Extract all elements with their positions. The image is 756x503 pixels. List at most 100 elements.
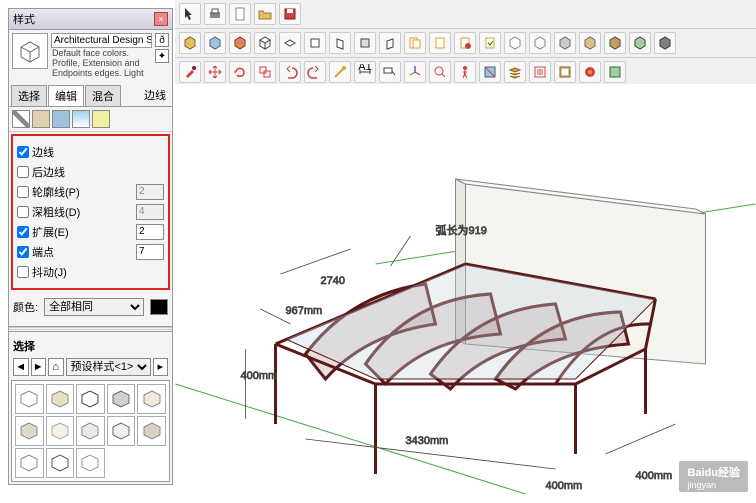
input-endpoint[interactable]: [136, 244, 164, 260]
label-profile: 轮廓线(P): [32, 184, 133, 200]
tool-shade1[interactable]: [504, 32, 526, 54]
input-profile: [136, 184, 164, 200]
tool-save[interactable]: [279, 3, 301, 25]
checkbox-back-edge[interactable]: [17, 166, 29, 178]
dim-2740: 2740: [321, 275, 345, 287]
style-library-select[interactable]: 预设样式<1>: [66, 358, 151, 376]
tool-print[interactable]: [204, 3, 226, 25]
thumb[interactable]: [107, 416, 136, 446]
tool-back[interactable]: [354, 32, 376, 54]
viewport-3d[interactable]: 弧长为919 2740 967mm 400mm 3430mm 400mm 400…: [175, 84, 756, 500]
tool-section[interactable]: [479, 61, 501, 83]
watermark: Baidu经验jingyan: [679, 461, 748, 492]
edge-settings-icon[interactable]: [12, 110, 30, 128]
select-header: 选择: [9, 336, 172, 356]
refresh-icon[interactable]: ð: [155, 33, 169, 47]
thumb[interactable]: [137, 416, 166, 446]
tool-layers[interactable]: [504, 61, 526, 83]
tool-iso[interactable]: [254, 32, 276, 54]
svg-text:A1: A1: [358, 64, 371, 73]
tool-page2[interactable]: [429, 32, 451, 54]
tab-edit[interactable]: 编辑: [48, 85, 84, 106]
nav-home-icon[interactable]: ⌂: [48, 358, 64, 376]
tool-tape[interactable]: [329, 61, 351, 83]
label-edge: 边线: [32, 144, 164, 160]
tool-scale[interactable]: [254, 61, 276, 83]
tool-cube3[interactable]: [229, 32, 251, 54]
background-settings-icon[interactable]: [52, 110, 70, 128]
tool-page1[interactable]: [404, 32, 426, 54]
thumb[interactable]: [76, 384, 105, 414]
tool-open[interactable]: [254, 3, 276, 25]
tool-cursor[interactable]: [179, 3, 201, 25]
thumb[interactable]: [15, 448, 44, 478]
checkbox-endpoint[interactable]: [17, 246, 29, 258]
color-select[interactable]: 全部相同: [44, 298, 144, 316]
tool-rotate[interactable]: [229, 61, 251, 83]
tool-right[interactable]: [329, 32, 351, 54]
tool-shade6[interactable]: [629, 32, 651, 54]
thumb[interactable]: [107, 384, 136, 414]
input-extension[interactable]: [136, 224, 164, 240]
close-icon[interactable]: ×: [154, 12, 168, 26]
face-settings-icon[interactable]: [32, 110, 50, 128]
tool-move[interactable]: [204, 61, 226, 83]
thumb[interactable]: [137, 384, 166, 414]
tool-left[interactable]: [379, 32, 401, 54]
edge-options-highlight: 边线 后边线 轮廓线(P) 深粗线(D) 扩展(E) 端点 抖动(J: [11, 134, 170, 290]
tool-comp[interactable]: [554, 61, 576, 83]
tool-page4[interactable]: [479, 32, 501, 54]
tool-cube2[interactable]: [204, 32, 226, 54]
tool-paint[interactable]: [179, 61, 201, 83]
style-name-input[interactable]: Architectural Design Style: [51, 33, 152, 48]
thumb[interactable]: [46, 448, 75, 478]
checkbox-edge[interactable]: [17, 146, 29, 158]
modeling-settings-icon[interactable]: [92, 110, 110, 128]
tool-top[interactable]: [279, 32, 301, 54]
tool-dim[interactable]: A1: [354, 61, 376, 83]
details-icon[interactable]: ▸: [153, 358, 169, 376]
checkbox-profile[interactable]: [17, 186, 29, 198]
checkbox-depth[interactable]: [17, 206, 29, 218]
tool-shade2[interactable]: [529, 32, 551, 54]
checkbox-jitter[interactable]: [17, 266, 29, 278]
watermark-settings-icon[interactable]: [72, 110, 90, 128]
thumb[interactable]: [76, 416, 105, 446]
nav-fwd-icon[interactable]: ►: [31, 358, 47, 376]
tool-materials[interactable]: [579, 61, 601, 83]
tool-shade4[interactable]: [579, 32, 601, 54]
style-thumbnail[interactable]: [12, 33, 48, 69]
tool-new[interactable]: [229, 3, 251, 25]
color-label: 颜色:: [13, 299, 38, 315]
tool-walk[interactable]: [454, 61, 476, 83]
dim-400b: 400mm: [546, 480, 583, 492]
create-icon[interactable]: ✦: [155, 49, 169, 63]
thumb[interactable]: [46, 384, 75, 414]
tab-select[interactable]: 选择: [11, 85, 47, 106]
tool-front[interactable]: [304, 32, 326, 54]
tool-undo[interactable]: [279, 61, 301, 83]
checkbox-extension[interactable]: [17, 226, 29, 238]
tool-cube1[interactable]: [179, 32, 201, 54]
tool-shade7[interactable]: [654, 32, 676, 54]
thumb[interactable]: [76, 448, 105, 478]
tab-mix[interactable]: 混合: [85, 85, 121, 106]
tool-shade3[interactable]: [554, 32, 576, 54]
tool-page3[interactable]: [454, 32, 476, 54]
color-swatch[interactable]: [150, 299, 168, 315]
label-extension: 扩展(E): [32, 224, 133, 240]
tool-redo[interactable]: [304, 61, 326, 83]
annot-arc: 弧长为919: [436, 223, 487, 237]
nav-back-icon[interactable]: ◄: [13, 358, 29, 376]
thumb[interactable]: [15, 384, 44, 414]
thumb[interactable]: [46, 416, 75, 446]
dim-3430: 3430mm: [406, 435, 449, 447]
tool-text[interactable]: [379, 61, 401, 83]
tool-shade5[interactable]: [604, 32, 626, 54]
tool-axes[interactable]: [404, 61, 426, 83]
tool-outliner[interactable]: [529, 61, 551, 83]
panel-divider[interactable]: [9, 326, 172, 332]
thumb[interactable]: [15, 416, 44, 446]
tool-styles[interactable]: [604, 61, 626, 83]
tool-search[interactable]: [429, 61, 451, 83]
